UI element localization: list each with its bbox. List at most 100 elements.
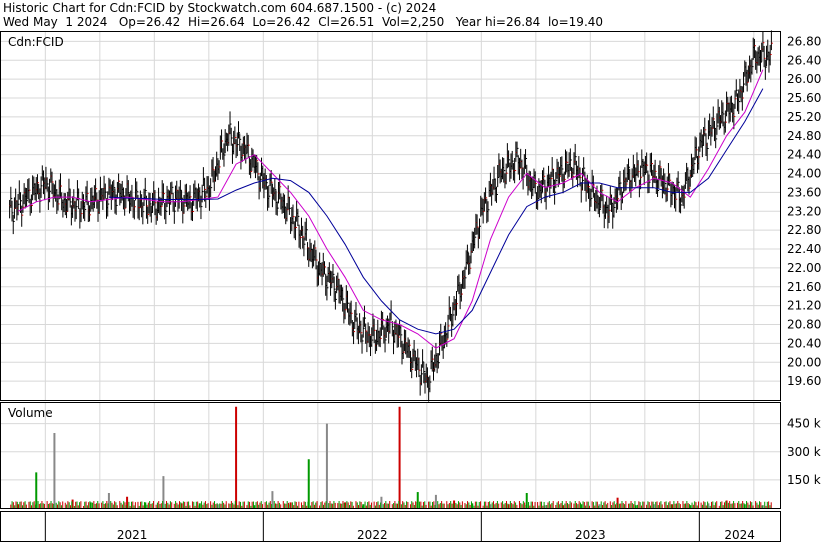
volume-bar-small xyxy=(46,501,48,508)
volume-bar-small xyxy=(661,504,663,508)
price-tick-label: 21.60 xyxy=(787,280,821,294)
year-label: 2021 xyxy=(117,528,148,542)
volume-bar-small xyxy=(194,505,196,508)
price-panel xyxy=(0,31,781,401)
volume-bar-small xyxy=(579,502,581,508)
volume-bar-small xyxy=(342,501,344,508)
price-tick-label: 19.60 xyxy=(787,374,821,388)
volume-bar-small xyxy=(21,505,23,508)
volume-bar xyxy=(325,423,328,508)
volume-bar-small xyxy=(273,501,275,508)
volume-bar-small xyxy=(237,505,239,508)
volume-bar-small xyxy=(432,502,434,508)
volume-bar-small xyxy=(489,501,491,508)
volume-bar-small xyxy=(487,501,489,508)
volume-bar-small xyxy=(207,503,209,508)
volume-bar-small xyxy=(696,505,698,508)
volume-bar-small xyxy=(651,501,653,508)
volume-bar-small xyxy=(521,504,523,508)
volume-bar-small xyxy=(639,502,641,508)
volume-bar-small xyxy=(765,505,767,508)
price-tick-label: 21.20 xyxy=(787,299,821,313)
volume-bar-small xyxy=(743,503,745,508)
volume-bar-small xyxy=(29,501,31,508)
volume-bar-small xyxy=(559,504,561,508)
volume-bar-small xyxy=(429,501,431,508)
volume-bar-small xyxy=(232,502,234,508)
volume-bar-small xyxy=(515,502,517,508)
volume-bar-small xyxy=(622,503,624,508)
volume-bar-small xyxy=(178,501,180,508)
volume-bar-small xyxy=(376,502,378,508)
volume-bar-small xyxy=(137,501,139,508)
volume-bar-small xyxy=(465,504,467,508)
volume-bar-small xyxy=(167,502,169,508)
volume-bar-small xyxy=(711,501,713,508)
volume-bar-small xyxy=(576,503,578,508)
volume-bar-small xyxy=(738,501,740,508)
volume-bar-small xyxy=(66,504,68,508)
volume-bar-small xyxy=(616,502,618,508)
volume-bar-small xyxy=(685,503,687,508)
volume-bar-small xyxy=(277,501,279,508)
volume-bar-small xyxy=(155,504,157,508)
volume-bar-small xyxy=(574,501,576,508)
volume-bar-small xyxy=(193,501,195,508)
volume-bar-small xyxy=(341,503,343,508)
price-tick-label: 24.00 xyxy=(787,167,821,181)
volume-bar-small xyxy=(37,501,39,508)
volume-bar-small xyxy=(591,501,593,508)
volume-bar-small xyxy=(243,501,245,508)
volume-bar-small xyxy=(714,502,716,508)
volume-bar-small xyxy=(493,501,495,508)
volume-bar-small xyxy=(239,501,241,508)
volume-bar-small xyxy=(177,504,179,508)
volume-bar-small xyxy=(380,502,382,508)
volume-bar-small xyxy=(707,501,709,508)
volume-bar-small xyxy=(560,502,562,508)
volume-bar-small xyxy=(640,505,642,508)
volume-bar-small xyxy=(749,501,751,508)
volume-bar-small xyxy=(67,501,69,508)
volume-bar-small xyxy=(448,503,450,508)
volume-bar-small xyxy=(259,502,261,508)
volume-bar-small xyxy=(377,501,379,508)
volume-bar-small xyxy=(468,502,470,508)
volume-bar-small xyxy=(255,502,257,508)
volume-bar-small xyxy=(564,503,566,508)
volume-bar-small xyxy=(421,505,423,508)
volume-bar-small xyxy=(352,505,354,508)
volume-bar-small xyxy=(291,502,293,508)
volume-bar-small xyxy=(169,501,171,508)
volume-bar-small xyxy=(700,502,702,508)
volume-bar-small xyxy=(297,505,299,508)
volume-bar-small xyxy=(478,501,480,508)
volume-bar-small xyxy=(160,503,162,508)
volume-bar-small xyxy=(491,502,493,508)
volume-bar-small xyxy=(511,503,513,508)
volume-bar-small xyxy=(424,501,426,508)
volume-bar-small xyxy=(598,505,600,508)
volume-bar-small xyxy=(180,502,182,508)
volume-bar-small xyxy=(682,501,684,508)
volume-bar-small xyxy=(648,502,650,508)
volume-bar-small xyxy=(140,501,142,508)
volume-bar-small xyxy=(271,504,273,508)
volume-bar-small xyxy=(32,502,34,508)
volume-bar-small xyxy=(433,501,435,508)
volume-bar-small xyxy=(247,501,249,508)
volume-bar-small xyxy=(62,501,64,508)
volume-bar-small xyxy=(98,503,100,508)
volume-bar-small xyxy=(176,502,178,508)
volume-bar-small xyxy=(556,502,558,508)
volume-bar-small xyxy=(369,504,371,508)
volume-bar-small xyxy=(241,505,243,508)
volume-bar-small xyxy=(219,503,221,508)
volume-bar-small xyxy=(585,505,587,508)
volume-bar-small xyxy=(688,504,690,508)
volume-bar-small xyxy=(256,501,258,508)
volume-bar-small xyxy=(425,504,427,508)
volume-bar-small xyxy=(86,505,88,508)
volume-bar-small xyxy=(596,501,598,508)
volume-bar-small xyxy=(657,505,659,508)
